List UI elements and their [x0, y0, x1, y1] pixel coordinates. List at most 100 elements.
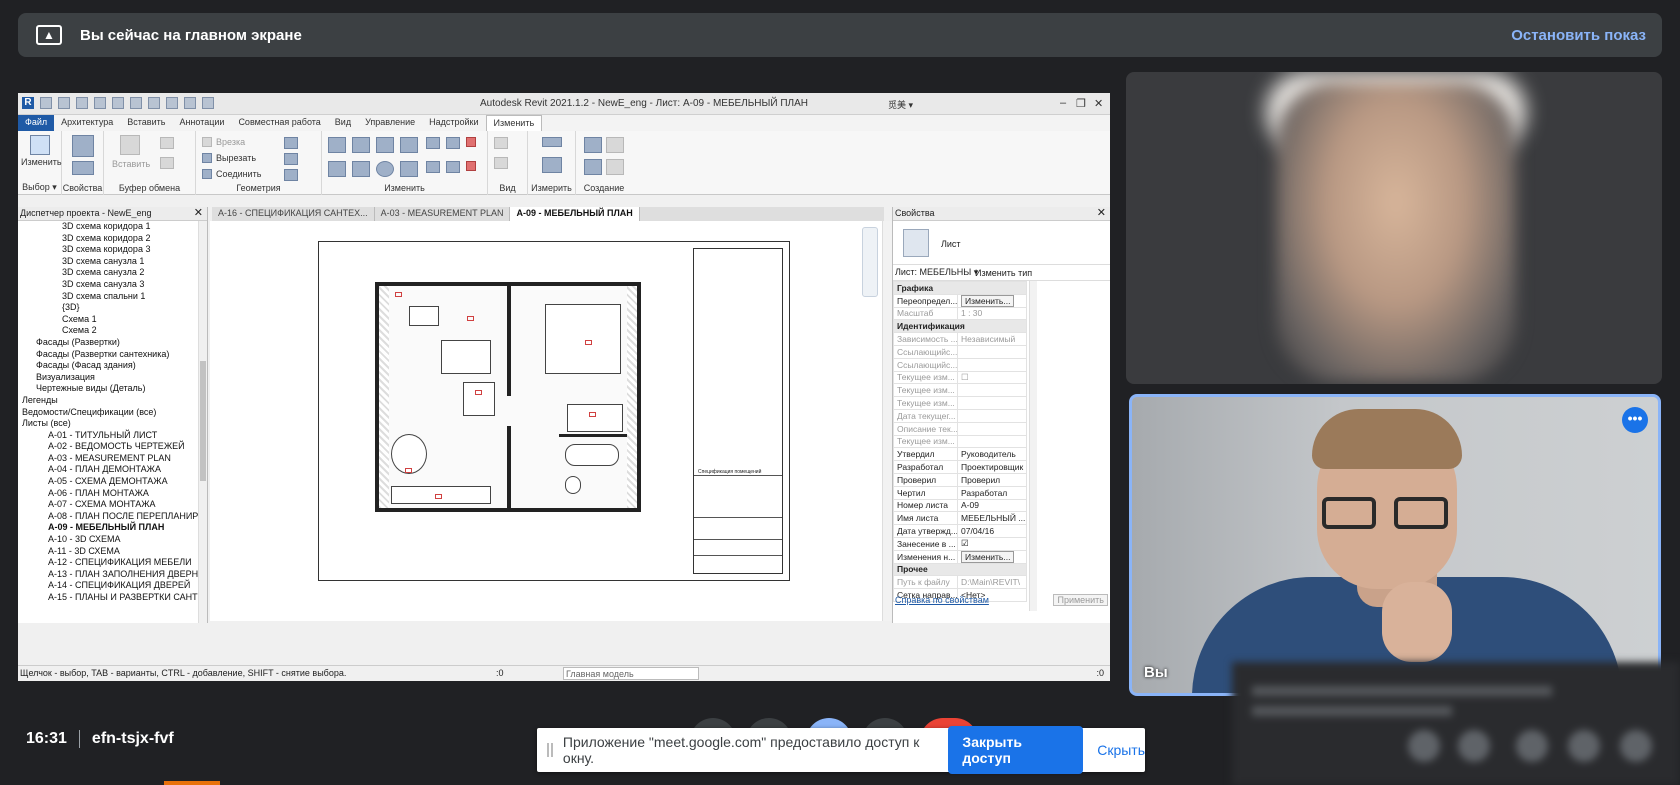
- minimize-icon[interactable]: –: [1060, 97, 1066, 109]
- property-value[interactable]: Изменить...: [957, 293, 1027, 308]
- instance-selector[interactable]: Лист: МЕБЕЛЬНЫ ▾ Изменить тип: [893, 265, 1110, 281]
- maximize-icon[interactable]: ❐: [1076, 97, 1086, 110]
- tab-collaborate[interactable]: Совместная работа: [231, 115, 327, 131]
- tab-file[interactable]: Файл: [18, 115, 55, 131]
- match-type-icon[interactable]: [160, 157, 174, 169]
- browser-tree-item[interactable]: A-11 - 3D СХЕМА: [18, 546, 207, 558]
- more-options-icon[interactable]: •••: [1622, 407, 1648, 433]
- browser-tree-item[interactable]: Легенды: [18, 395, 207, 407]
- floor-plan-drawing[interactable]: [375, 282, 641, 512]
- browser-tree-item[interactable]: Схема 1: [18, 314, 207, 326]
- browser-tree-item[interactable]: A-12 - СПЕЦИФИКАЦИЯ МЕБЕЛИ: [18, 557, 207, 569]
- view-tab-a16[interactable]: A-16 - СПЕЦИФИКАЦИЯ САНТЕХ...: [212, 207, 375, 221]
- property-value[interactable]: ☐: [957, 370, 1027, 385]
- create-group-icon[interactable]: [584, 159, 602, 175]
- scale-icon[interactable]: [446, 161, 460, 173]
- property-value[interactable]: 1 : 30: [957, 306, 1027, 321]
- browser-scroll-thumb[interactable]: [200, 361, 206, 481]
- revit-user[interactable]: 觅美 ▾: [888, 98, 913, 111]
- browser-tree-item[interactable]: A-07 - СХЕМА МОНТАЖА: [18, 499, 207, 511]
- cut-button[interactable]: Вырезать: [216, 153, 256, 163]
- browser-tree-item[interactable]: A-06 - ПЛАН МОНТАЖА: [18, 488, 207, 500]
- properties-help-link[interactable]: Справка по свойствам: [895, 595, 989, 605]
- browser-tree-item[interactable]: A-09 - МЕБЕЛЬНЫЙ ПЛАН: [18, 522, 207, 534]
- modify-button[interactable]: Изменить: [21, 157, 62, 167]
- tab-addins[interactable]: Надстройки: [422, 115, 485, 131]
- property-edit-button[interactable]: Изменить...: [961, 295, 1015, 307]
- split-face-icon[interactable]: [284, 153, 298, 165]
- participant-tile-self[interactable]: Вы •••: [1129, 394, 1661, 696]
- close-browser-icon[interactable]: ✕: [194, 207, 203, 220]
- property-value[interactable]: МЕБЕЛЬНЫЙ ...: [957, 511, 1027, 526]
- browser-tree-item[interactable]: A-15 - ПЛАНЫ И РАЗВЕРТКИ САНТЕХНИ: [18, 592, 207, 604]
- close-properties-icon[interactable]: ✕: [1097, 207, 1106, 220]
- browser-tree-item[interactable]: 3D схема санузла 1: [18, 256, 207, 268]
- property-value[interactable]: [957, 434, 1027, 449]
- property-value[interactable]: [957, 396, 1027, 410]
- create-similar-icon[interactable]: [606, 159, 624, 175]
- trim-extend-icon[interactable]: [400, 161, 418, 177]
- switch-windows-icon[interactable]: [202, 97, 214, 109]
- cope-icon[interactable]: [202, 137, 212, 147]
- tab-view[interactable]: Вид: [328, 115, 358, 131]
- drag-handle-icon[interactable]: [547, 743, 553, 757]
- browser-tree-item[interactable]: Фасады (Развертки сантехника): [18, 349, 207, 361]
- property-value[interactable]: Разработал: [957, 485, 1027, 500]
- open-icon[interactable]: [40, 97, 52, 109]
- override-graphics-icon[interactable]: [494, 157, 508, 169]
- properties-scrollbar[interactable]: [1029, 281, 1037, 611]
- hide-notification-button[interactable]: Скрыть: [1097, 742, 1145, 758]
- property-value[interactable]: D:\Main\REVIT\: [957, 575, 1027, 590]
- revit-logo-icon[interactable]: R: [22, 97, 34, 109]
- tab-insert[interactable]: Вставить: [120, 115, 172, 131]
- property-value[interactable]: [957, 344, 1027, 359]
- browser-tree-item[interactable]: 3D схема коридора 2: [18, 233, 207, 245]
- meeting-code[interactable]: efn-tsjx-fvf: [92, 730, 174, 748]
- 3d-view-icon[interactable]: [166, 97, 178, 109]
- navigation-bar[interactable]: [862, 227, 878, 297]
- property-value[interactable]: [957, 421, 1027, 436]
- rotate-icon[interactable]: [376, 161, 394, 177]
- save-icon[interactable]: [58, 97, 70, 109]
- browser-tree-item[interactable]: Фасады (Развертки): [18, 337, 207, 349]
- create-parts-icon[interactable]: [606, 137, 624, 153]
- apply-button[interactable]: Применить: [1053, 594, 1108, 606]
- browser-tree-item[interactable]: 3D схема коридора 3: [18, 244, 207, 256]
- active-model-dropdown[interactable]: Главная модель: [563, 667, 699, 680]
- property-value[interactable]: [957, 408, 1027, 423]
- modify-cursor-icon[interactable]: [30, 135, 50, 155]
- cut-icon[interactable]: [202, 153, 212, 163]
- property-value[interactable]: Проектировщик: [957, 460, 1027, 474]
- property-edit-button[interactable]: Изменить...: [961, 551, 1015, 563]
- copy-icon[interactable]: [160, 137, 174, 149]
- browser-tree-item[interactable]: Фасады (Фасад здания): [18, 360, 207, 372]
- view-tab-a03[interactable]: A-03 - MEASUREMENT PLAN: [375, 207, 511, 221]
- browser-tree-item[interactable]: 3D схема санузла 3: [18, 279, 207, 291]
- property-value[interactable]: ☑: [957, 536, 1027, 551]
- undo-icon[interactable]: [76, 97, 88, 109]
- copy-element-icon[interactable]: [352, 161, 370, 177]
- browser-tree-item[interactable]: 3D схема спальни 1: [18, 291, 207, 303]
- browser-tree-item[interactable]: Ведомости/Спецификации (все): [18, 407, 207, 419]
- browser-tree-item[interactable]: A-14 - СПЕЦИФИКАЦИЯ ДВЕРЕЙ: [18, 580, 207, 592]
- hide-in-view-icon[interactable]: [494, 137, 508, 149]
- wall-join-icon[interactable]: [284, 137, 298, 149]
- text-icon[interactable]: [148, 97, 160, 109]
- browser-tree-item[interactable]: A-13 - ПЛАН ЗАПОЛНЕНИЯ ДВЕРНЫХ П: [18, 569, 207, 581]
- tab-annotate[interactable]: Аннотации: [172, 115, 231, 131]
- browser-tree-item[interactable]: A-10 - 3D СХЕМА: [18, 534, 207, 546]
- create-assembly-icon[interactable]: [584, 137, 602, 153]
- tab-manage[interactable]: Управление: [358, 115, 422, 131]
- move-icon[interactable]: [328, 161, 346, 177]
- property-value[interactable]: A-09: [957, 498, 1027, 513]
- cope-button[interactable]: Врезка: [216, 137, 245, 147]
- browser-tree-item[interactable]: 3D схема коридора 1: [18, 221, 207, 233]
- dimension-icon[interactable]: [542, 157, 562, 173]
- properties-section[interactable]: Графика: [893, 281, 1027, 295]
- browser-tree-item[interactable]: A-04 - ПЛАН ДЕМОНТАЖА: [18, 464, 207, 476]
- mirror-draw-icon[interactable]: [400, 137, 418, 153]
- property-value[interactable]: 07/04/16: [957, 524, 1027, 538]
- array-icon[interactable]: [426, 161, 440, 173]
- browser-tree-item[interactable]: Схема 2: [18, 325, 207, 337]
- browser-tree-item[interactable]: A-08 - ПЛАН ПОСЛЕ ПЕРЕПЛАНИРОВКИ: [18, 511, 207, 523]
